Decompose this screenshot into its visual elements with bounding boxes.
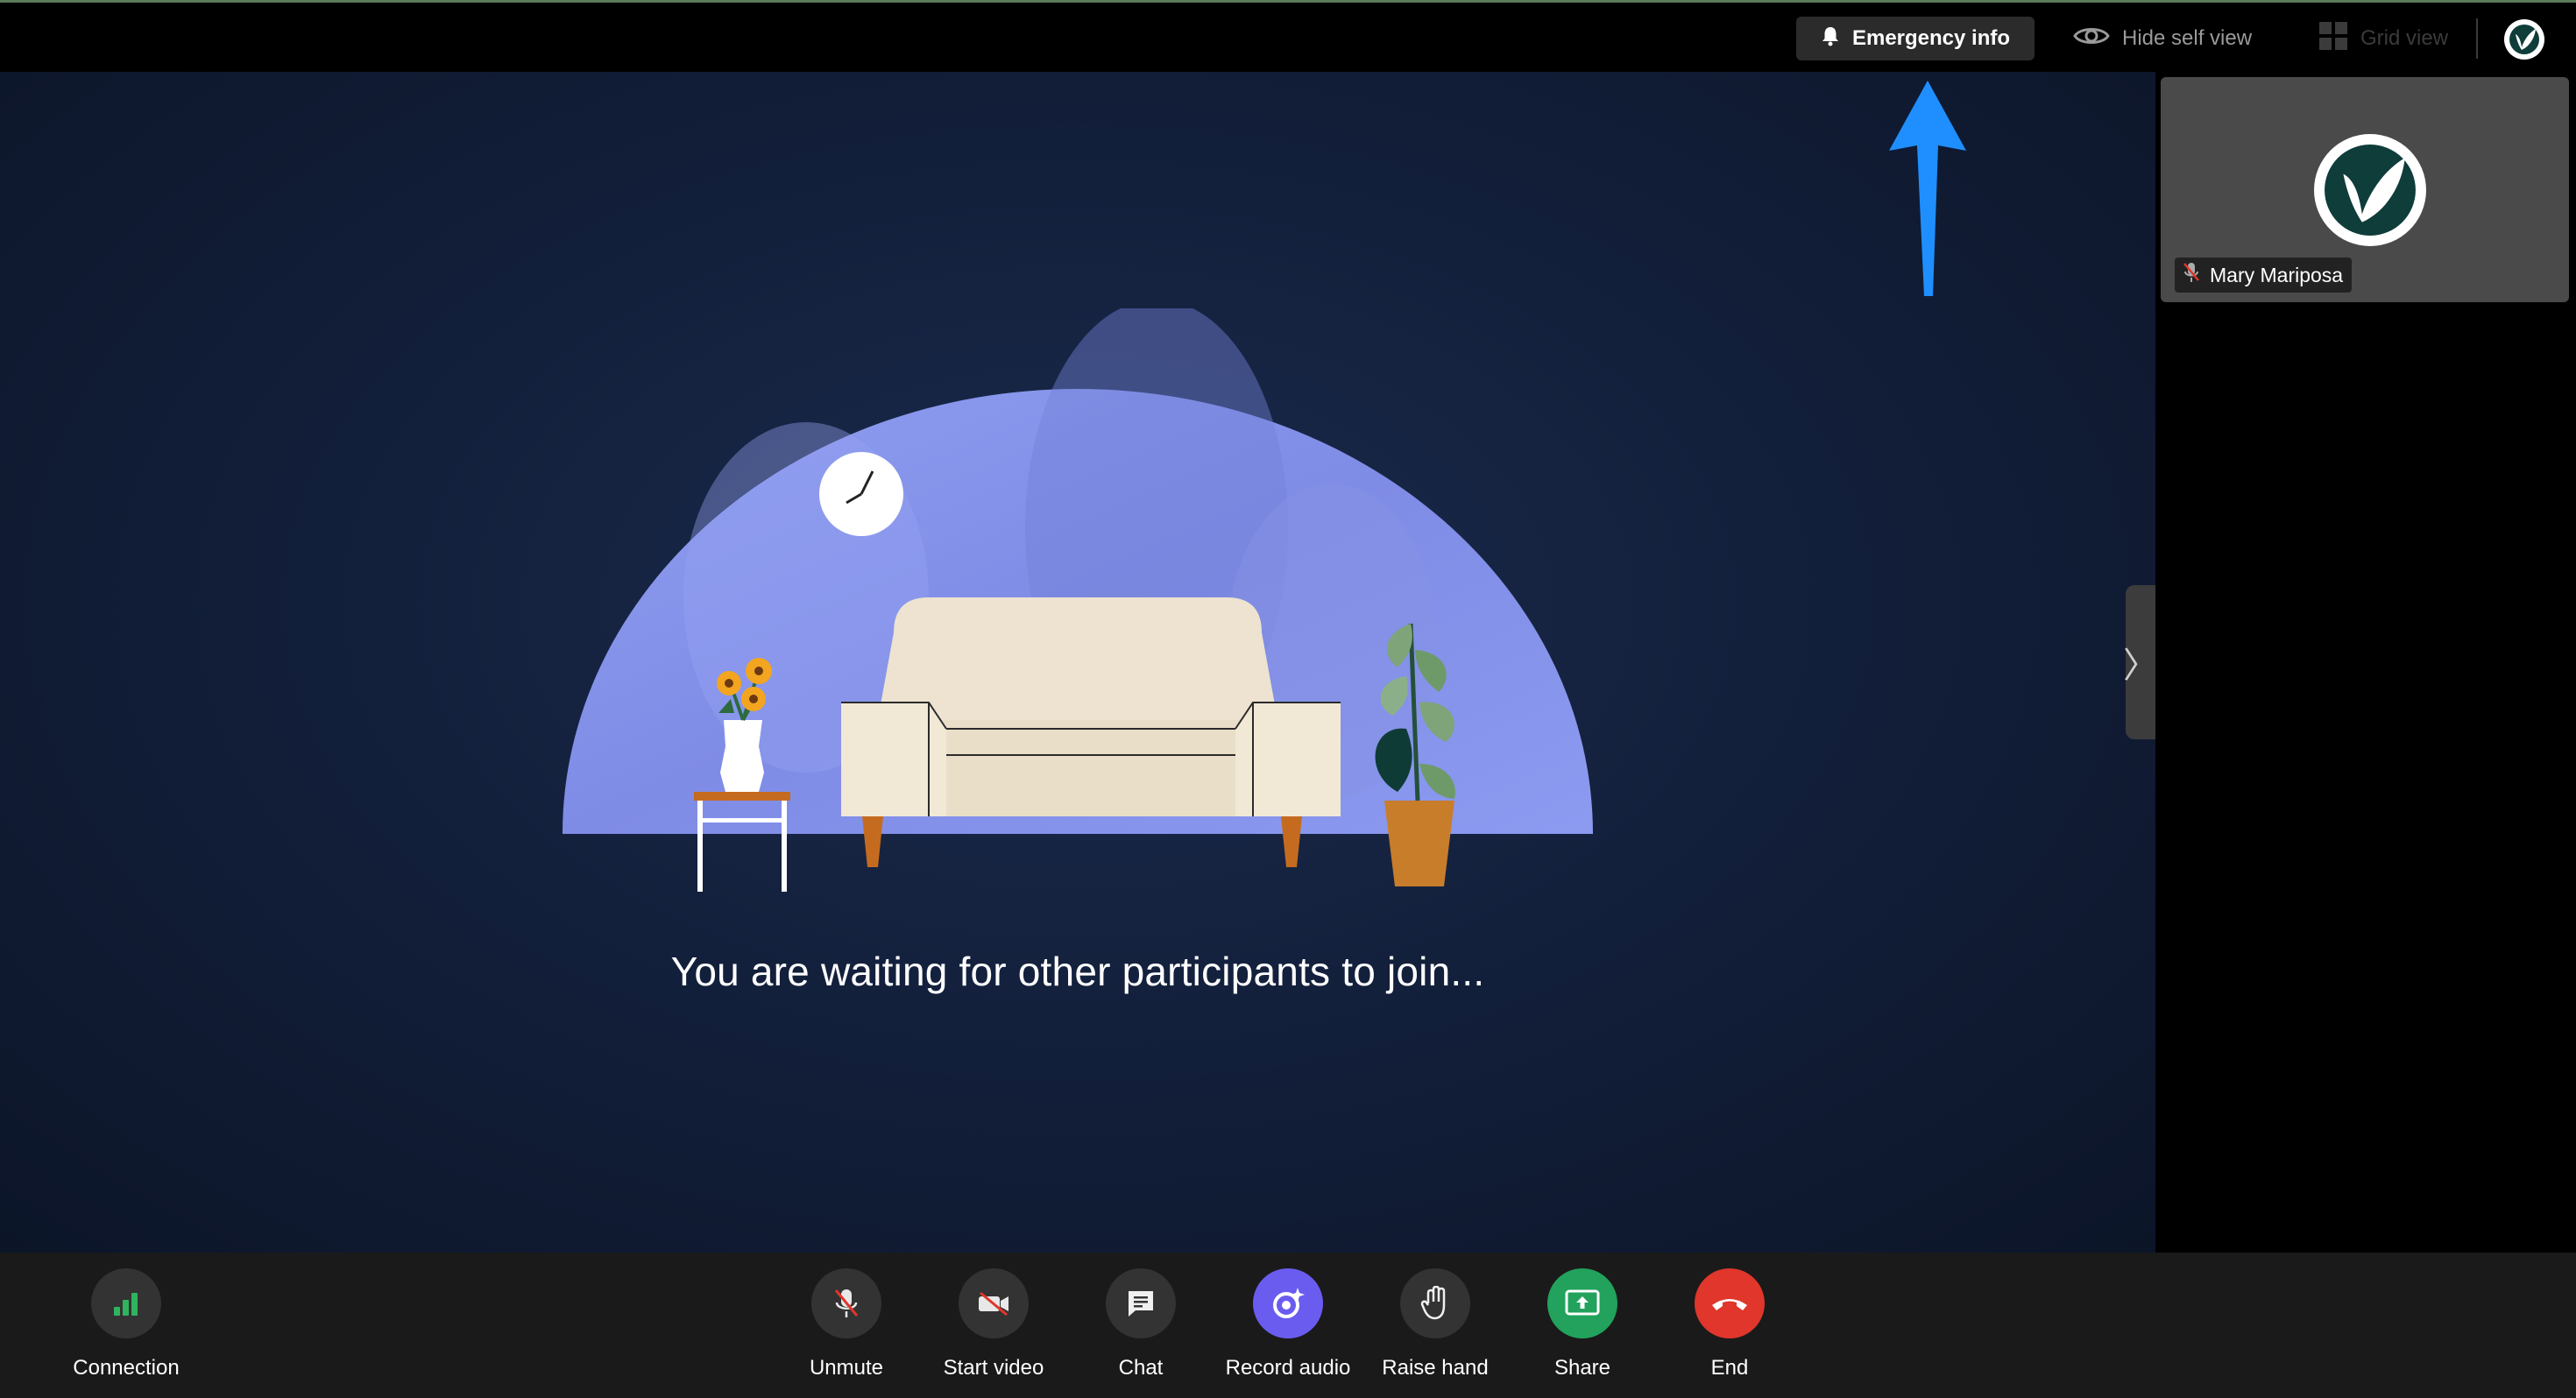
connection-label: Connection [73, 1356, 180, 1380]
hand-icon [1400, 1268, 1470, 1338]
grid-view-button[interactable]: Grid view [2311, 17, 2455, 60]
share-screen-icon [1547, 1268, 1617, 1338]
hide-self-view-label: Hide self view [2122, 26, 2253, 50]
chat-label: Chat [1118, 1356, 1164, 1380]
mic-off-icon [811, 1268, 881, 1338]
signal-bars-icon [91, 1268, 161, 1338]
waiting-room-illustration [563, 308, 1593, 892]
grid-icon [2318, 21, 2348, 57]
record-sparkle-icon [1253, 1268, 1323, 1338]
mic-off-icon [2182, 261, 2201, 289]
end-label: End [1710, 1356, 1749, 1380]
share-button[interactable]: Share [1504, 1268, 1661, 1380]
top-bar: Emergency info Hide self view Grid view [0, 0, 2576, 72]
eye-icon [2073, 24, 2110, 54]
participant-avatar [2314, 134, 2426, 246]
share-label: Share [1553, 1356, 1611, 1380]
participant-name: Mary Mariposa [2210, 263, 2344, 286]
chevron-right-icon: 〉 [2123, 646, 2158, 685]
topbar-divider [2476, 18, 2478, 59]
main-stage: You are waiting for other participants t… [0, 72, 2155, 1253]
phone-hangup-icon [1695, 1268, 1765, 1338]
record-audio-button[interactable]: Record audio [1209, 1268, 1367, 1380]
raise-hand-button[interactable]: Raise hand [1356, 1268, 1514, 1380]
participants-panel: Mary Mariposa [2155, 72, 2576, 1253]
record-audio-label: Record audio [1225, 1356, 1351, 1380]
waiting-message: You are waiting for other participants t… [670, 949, 1485, 994]
unmute-label: Unmute [809, 1356, 884, 1380]
call-controls-bar: Connection Unmute Start video Chat Recor [0, 1253, 2576, 1398]
start-video-button[interactable]: Start video [915, 1268, 1072, 1380]
participant-name-tag: Mary Mariposa [2175, 258, 2353, 293]
unmute-button[interactable]: Unmute [768, 1268, 925, 1380]
hide-self-view-button[interactable]: Hide self view [2066, 17, 2259, 60]
clock-icon [819, 452, 903, 536]
emergency-info-button[interactable]: Emergency info [1796, 17, 2035, 60]
self-view-tile[interactable]: Mary Mariposa [2161, 77, 2569, 302]
grid-view-label: Grid view [2360, 26, 2449, 50]
video-off-icon [959, 1268, 1029, 1338]
start-video-label: Start video [943, 1356, 1044, 1380]
annotation-arrow-icon [1889, 81, 1966, 296]
video-call-app: Emergency info Hide self view Grid view [0, 0, 2576, 1398]
panel-collapse-handle[interactable]: 〉 [2123, 585, 2158, 739]
end-call-button[interactable]: End [1651, 1268, 1808, 1380]
brand-logo-icon [2325, 145, 2416, 236]
raise-hand-label: Raise hand [1382, 1356, 1489, 1380]
bell-icon [1821, 25, 1840, 53]
chat-button[interactable]: Chat [1062, 1268, 1220, 1380]
brand-logo-icon [2509, 25, 2539, 54]
emergency-info-label: Emergency info [1851, 26, 2011, 50]
user-avatar[interactable] [2504, 19, 2544, 60]
connection-button[interactable]: Connection [47, 1268, 205, 1380]
chat-bubble-icon [1106, 1268, 1176, 1338]
